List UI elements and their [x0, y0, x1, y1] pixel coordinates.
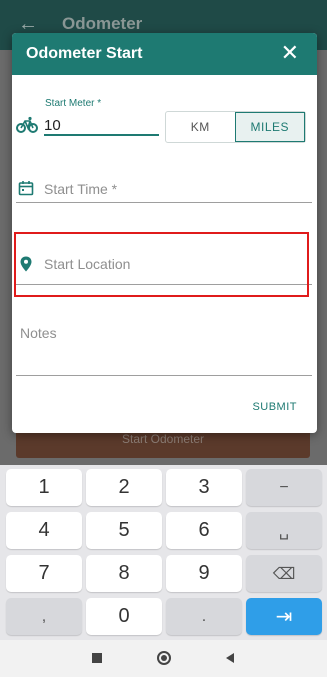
start-time-placeholder: Start Time * [44, 181, 118, 197]
location-pin-icon [20, 256, 32, 272]
key-2[interactable]: 2 [86, 469, 162, 506]
key-comma[interactable]: , [6, 598, 82, 635]
key-1[interactable]: 1 [6, 469, 82, 506]
unit-miles-button[interactable]: MILES [234, 112, 305, 142]
submit-button[interactable]: SUBMIT [252, 401, 297, 413]
app-title: Odometer [62, 14, 143, 33]
unit-km-button[interactable]: KM [166, 112, 235, 142]
notes-placeholder: Notes [20, 325, 57, 341]
home-icon[interactable] [155, 649, 173, 667]
notes-field[interactable]: Notes [16, 325, 312, 376]
next-key-icon[interactable]: ⇥ [246, 598, 322, 635]
calendar-icon [18, 181, 34, 196]
key-0[interactable]: 0 [86, 598, 162, 635]
dialog-title: Odometer Start [26, 45, 143, 62]
odometer-start-dialog: Odometer Start ✕ Start Meter * KM MILES … [12, 33, 317, 433]
close-icon[interactable]: ✕ [281, 42, 299, 64]
key-7[interactable]: 7 [6, 555, 82, 592]
backspace-icon[interactable]: ⌫ [246, 555, 322, 592]
numeric-keyboard: 1 2 3 − 4 5 6 ␣ 7 8 9 ⌫ , 0 . ⇥ [0, 465, 327, 640]
back-triangle-icon[interactable] [221, 649, 239, 667]
key-9[interactable]: 9 [166, 555, 242, 592]
key-5[interactable]: 5 [86, 512, 162, 549]
start-time-field[interactable]: Start Time * [16, 179, 312, 203]
key-period[interactable]: . [166, 598, 242, 635]
start-meter-label: Start Meter * [45, 98, 102, 109]
start-location-field[interactable]: Start Location [16, 253, 312, 285]
space-key-icon[interactable]: ␣ [246, 512, 322, 549]
system-nav-bar [0, 640, 327, 677]
start-meter-input[interactable] [44, 116, 159, 136]
dialog-header: Odometer Start ✕ [12, 33, 317, 75]
bicycle-icon [16, 116, 38, 133]
key-6[interactable]: 6 [166, 512, 242, 549]
start-location-placeholder: Start Location [44, 256, 131, 272]
key-4[interactable]: 4 [6, 512, 82, 549]
unit-toggle: KM MILES [165, 111, 306, 143]
recents-icon[interactable] [88, 649, 106, 667]
key-3[interactable]: 3 [166, 469, 242, 506]
key-8[interactable]: 8 [86, 555, 162, 592]
key-minus[interactable]: − [246, 469, 322, 506]
